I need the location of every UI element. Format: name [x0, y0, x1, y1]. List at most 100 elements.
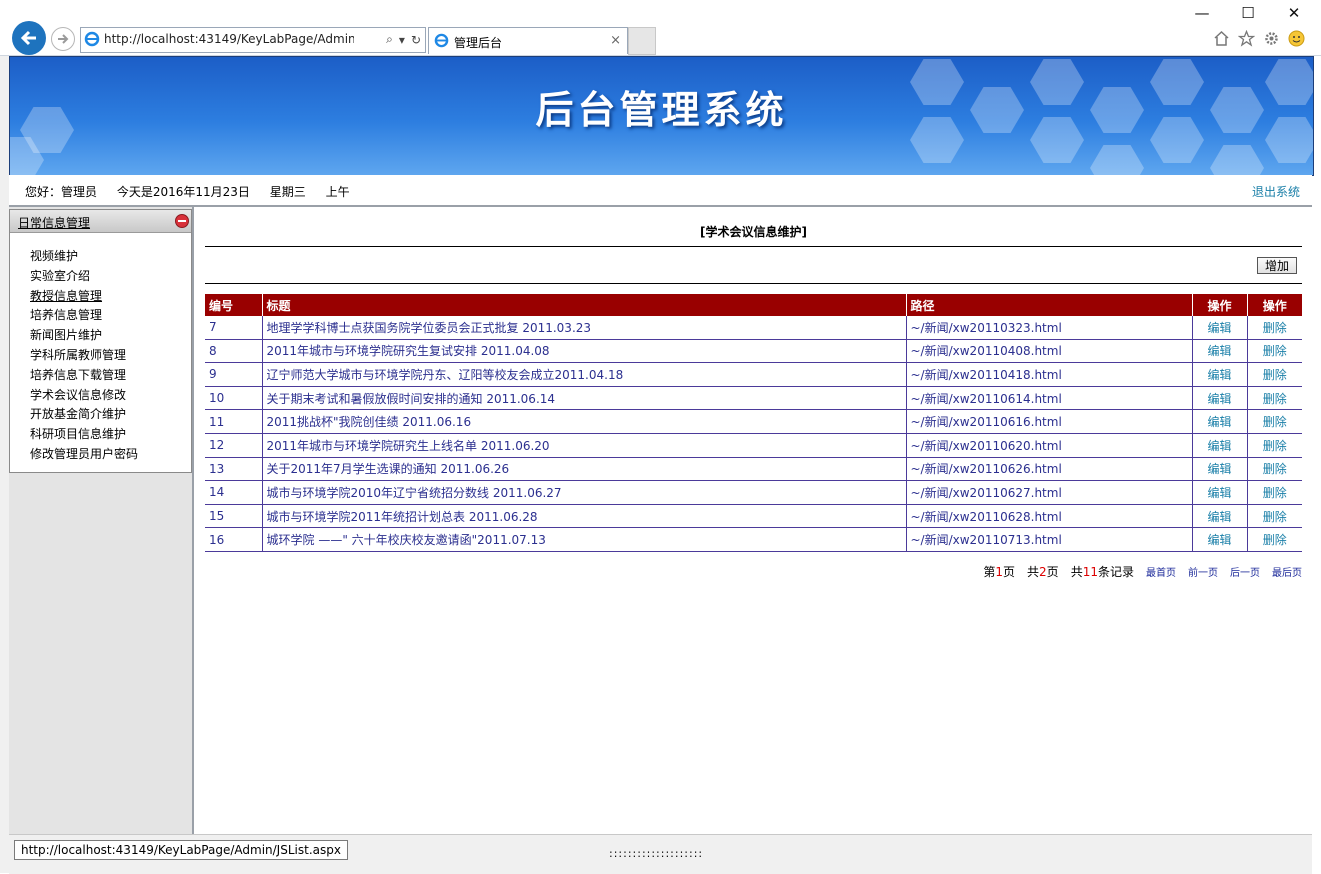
delete-link[interactable]: 删除 — [1247, 409, 1302, 434]
status-dots: :::::::::::::::::::: — [609, 847, 704, 860]
col-header-path: 路径 — [906, 294, 1193, 316]
cell-id: 9 — [205, 362, 263, 387]
delete-link[interactable]: 删除 — [1247, 527, 1302, 552]
edit-link[interactable]: 编辑 — [1192, 339, 1248, 364]
browser-chrome: http://localhost:43149/KeyLabPage/Admin/… — [0, 0, 1321, 56]
delete-link[interactable]: 删除 — [1247, 339, 1302, 364]
delete-link[interactable]: 删除 — [1247, 480, 1302, 505]
ampm-text: 上午 — [325, 185, 350, 199]
date-text: 今天是2016年11月23日 — [116, 185, 250, 199]
edit-link[interactable]: 编辑 — [1192, 362, 1248, 387]
sidebar-item-conference[interactable]: 学术会议信息修改 — [30, 386, 191, 406]
last-page-link[interactable]: 最后页 — [1272, 564, 1302, 579]
cell-title: 地理学学科博士点获国务院学位委员会正式批复 2011.03.23 — [262, 316, 907, 340]
first-page-link[interactable]: 最首页 — [1146, 564, 1176, 579]
cell-title: 关于2011年7月学生选课的通知 2011.06.26 — [262, 457, 907, 482]
gear-icon[interactable] — [1263, 30, 1280, 47]
forward-button[interactable] — [51, 27, 75, 51]
cell-path: ~/新闻/xw20110626.html — [906, 457, 1193, 482]
edit-link[interactable]: 编辑 — [1192, 527, 1248, 552]
address-bar[interactable]: http://localhost:43149/KeyLabPage/Admin/… — [80, 27, 426, 53]
sidebar-item-lab-intro[interactable]: 实验室介绍 — [30, 267, 191, 287]
edit-link[interactable]: 编辑 — [1192, 386, 1248, 411]
sidebar-item-training-downloads[interactable]: 培养信息下载管理 — [30, 366, 191, 386]
table-row: 8 2011年城市与环境学院研究生复试安排 2011.04.08 ~/新闻/xw… — [205, 339, 1302, 364]
cell-id: 15 — [205, 504, 263, 529]
window-controls: — ☐ ✕ — [1179, 4, 1317, 22]
refresh-icon[interactable]: ↻ — [411, 33, 421, 47]
cell-id: 7 — [205, 316, 263, 340]
cell-path: ~/新闻/xw20110323.html — [906, 316, 1193, 340]
cell-path: ~/新闻/xw20110418.html — [906, 362, 1193, 387]
delete-link[interactable]: 删除 — [1247, 457, 1302, 482]
smiley-icon[interactable] — [1288, 30, 1305, 47]
edit-link[interactable]: 编辑 — [1192, 457, 1248, 482]
tab-title: 管理后台 — [454, 36, 503, 50]
delete-link[interactable]: 删除 — [1247, 433, 1302, 458]
sidebar-item-research[interactable]: 科研项目信息维护 — [30, 425, 191, 445]
section-title: [学术会议信息维护] — [700, 225, 807, 239]
cell-path: ~/新闻/xw20110628.html — [906, 504, 1193, 529]
address-url[interactable]: http://localhost:43149/KeyLabPage/Admin/… — [104, 32, 354, 46]
cell-id: 13 — [205, 457, 263, 482]
edit-link[interactable]: 编辑 — [1192, 316, 1248, 340]
weekday-text: 星期三 — [269, 185, 306, 199]
add-button[interactable]: 增加 — [1256, 257, 1297, 274]
delete-link[interactable]: 删除 — [1247, 386, 1302, 411]
new-tab-button[interactable] — [628, 27, 656, 55]
star-icon[interactable] — [1238, 30, 1255, 47]
status-url: http://localhost:43149/KeyLabPage/Admin/… — [14, 840, 348, 860]
sidebar-item-training[interactable]: 培养信息管理 — [30, 306, 191, 326]
cell-path: ~/新闻/xw20110614.html — [906, 386, 1193, 411]
divider — [205, 246, 1302, 247]
delete-link[interactable]: 删除 — [1247, 316, 1302, 340]
menu-group-header[interactable]: 日常信息管理 — [10, 210, 191, 233]
cell-id: 12 — [205, 433, 263, 458]
edit-link[interactable]: 编辑 — [1192, 480, 1248, 505]
forward-arrow-icon — [58, 34, 69, 44]
total-records: 11 — [1082, 564, 1098, 579]
minimize-button[interactable]: — — [1179, 4, 1225, 22]
delete-link[interactable]: 删除 — [1247, 362, 1302, 387]
table-row: 14 城市与环境学院2010年辽宁省统招分数线 2011.06.27 ~/新闻/… — [205, 480, 1302, 505]
sidebar-item-news-images[interactable]: 新闻图片维护 — [30, 326, 191, 346]
dropdown-icon[interactable]: ▾ — [399, 33, 405, 47]
edit-link[interactable]: 编辑 — [1192, 504, 1248, 529]
tab-close-icon[interactable]: × — [610, 33, 621, 48]
status-bar: http://localhost:43149/KeyLabPage/Admin/… — [9, 834, 1312, 874]
prev-page-link[interactable]: 前一页 — [1188, 564, 1218, 579]
home-icon[interactable] — [1213, 30, 1230, 47]
collapse-icon[interactable] — [175, 214, 189, 228]
cell-title: 城市与环境学院2011年统招计划总表 2011.06.28 — [262, 504, 907, 529]
total-pages: 2 — [1039, 564, 1047, 579]
back-button[interactable] — [12, 21, 46, 55]
search-icon[interactable]: ⌕ — [386, 32, 393, 47]
back-arrow-icon — [20, 30, 36, 46]
next-page-link[interactable]: 后一页 — [1230, 564, 1260, 579]
menu-group-title[interactable]: 日常信息管理 — [18, 214, 90, 231]
logout-link[interactable]: 退出系统 — [1252, 183, 1300, 200]
ie-logo-icon — [434, 33, 449, 48]
cell-path: ~/新闻/xw20110616.html — [906, 409, 1193, 434]
close-window-button[interactable]: ✕ — [1271, 4, 1317, 22]
table-row: 12 2011年城市与环境学院研究生上线名单 2011.06.20 ~/新闻/x… — [205, 433, 1302, 458]
delete-link[interactable]: 删除 — [1247, 504, 1302, 529]
sidebar-item-professor[interactable]: 教授信息管理 — [30, 287, 191, 307]
sidebar-item-discipline-teachers[interactable]: 学科所属教师管理 — [30, 346, 191, 366]
edit-link[interactable]: 编辑 — [1192, 433, 1248, 458]
cell-id: 10 — [205, 386, 263, 411]
maximize-button[interactable]: ☐ — [1225, 4, 1271, 22]
cell-title: 2011挑战杯"我院创佳绩 2011.06.16 — [262, 409, 907, 434]
cell-path: ~/新闻/xw20110713.html — [906, 527, 1193, 552]
sidebar-item-change-password[interactable]: 修改管理员用户密码 — [30, 445, 191, 465]
table-row: 10 关于期末考试和暑假放假时间安排的通知 2011.06.14 ~/新闻/xw… — [205, 386, 1302, 411]
cell-title: 城环学院 ——" 六十年校庆校友邀请函"2011.07.13 — [262, 527, 907, 552]
sidebar-item-video[interactable]: 视频维护 — [30, 247, 191, 267]
pager: 第1页 共2页 共 11 条记录 最首页 前一页 后一页 最后页 — [983, 564, 1302, 580]
tab-admin[interactable]: 管理后台 × — [428, 27, 628, 54]
menu-group: 日常信息管理 视频维护 实验室介绍 教授信息管理 培养信息管理 新闻图片维护 学… — [9, 209, 192, 473]
info-bar: 您好：管理员 今天是2016年11月23日 星期三 上午 退出系统 — [9, 175, 1312, 207]
conference-table: 编号 标题 路径 操作 操作 7 地理学学科博士点获国务院学位委员会正式批复 2… — [205, 294, 1302, 552]
edit-link[interactable]: 编辑 — [1192, 409, 1248, 434]
sidebar-item-open-fund[interactable]: 开放基金简介维护 — [30, 405, 191, 425]
